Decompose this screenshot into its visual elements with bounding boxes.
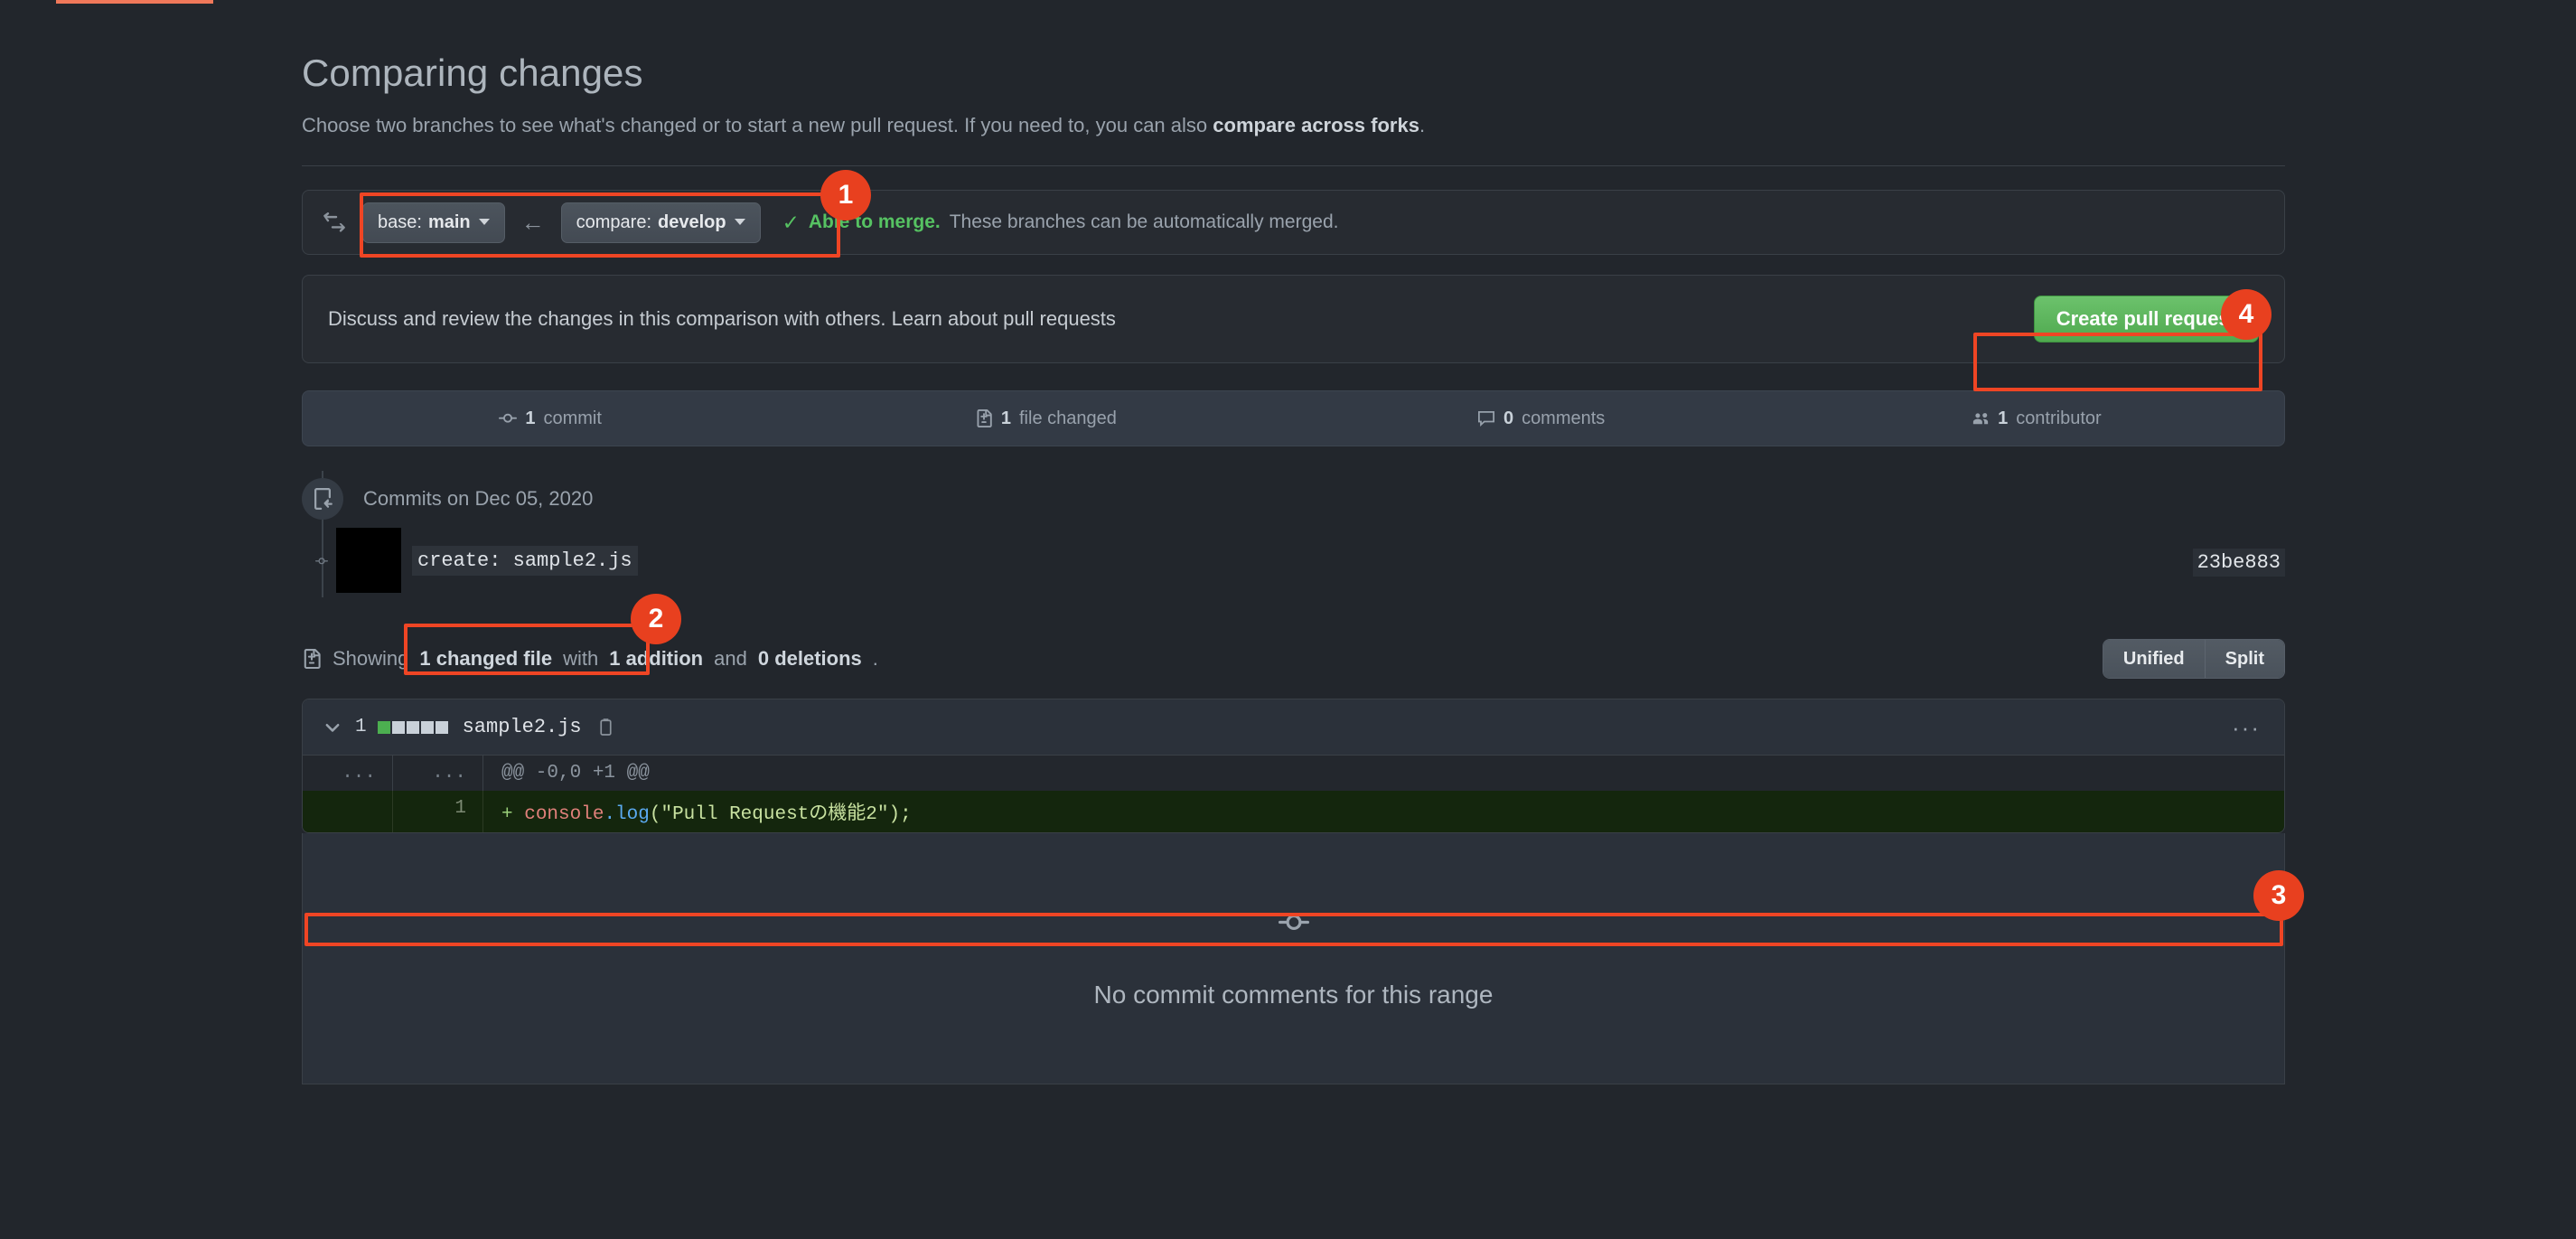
diff-stat-block-empty — [392, 721, 405, 734]
diff-hunk-header: @@ -0,0 +1 @@ — [483, 756, 2284, 791]
compare-page: Comparing changes Choose two branches to… — [302, 0, 2285, 1084]
discuss-review-text: Discuss and review the changes in this c… — [328, 307, 1116, 331]
diff-stat-block-added — [378, 721, 390, 734]
cut-off-top-bar — [56, 0, 213, 4]
stat-files-count: 1 — [1001, 408, 1011, 429]
showing-deletions: 0 deletions — [758, 647, 862, 671]
annotation-badge-2: 2 — [631, 594, 681, 644]
stat-comments-label: comments — [1522, 408, 1605, 429]
branch-selection-bar: base: main ← compare: develop ✓ Able to me… — [302, 190, 2285, 255]
code-token-dot: . — [604, 804, 615, 825]
stat-comments-count: 0 — [1503, 408, 1513, 429]
comment-icon — [1477, 409, 1495, 427]
no-commit-comments-panel: No commit comments for this range — [302, 833, 2285, 1084]
git-commit-icon — [499, 409, 517, 427]
diff-hunk-gutter-left: ... — [303, 756, 393, 791]
no-commit-comments-text: No commit comments for this range — [1094, 981, 1494, 1009]
commit-author-avatar — [336, 528, 401, 593]
chevron-down-icon — [735, 219, 745, 225]
copy-path-icon[interactable] — [596, 718, 615, 737]
compare-branch-prefix: compare: — [576, 213, 651, 231]
file-diff-icon — [975, 409, 993, 427]
commit-sha[interactable]: 23be883 — [2193, 549, 2285, 577]
diff-added-marker: + — [501, 804, 524, 825]
merge-status-strong: Able to merge. — [809, 211, 941, 233]
compare-arrows-icon — [321, 209, 348, 236]
diff-hunk-header-row: ... ... @@ -0,0 +1 @@ — [303, 756, 2284, 791]
merge-status-detail: These branches can be automatically merg… — [950, 211, 1339, 233]
commit-node-icon — [315, 555, 328, 568]
git-commit-icon — [1279, 907, 1309, 943]
file-diff-icon — [302, 649, 322, 669]
stat-contributors[interactable]: 1 contributor — [1789, 408, 2284, 429]
merge-status: ✓ Able to merge. These branches can be a… — [782, 211, 1339, 235]
diff-added-line-row: 1 + console.log("Pull Requestの機能2"); — [303, 791, 2284, 832]
file-diff-change-count: 1 — [355, 717, 367, 737]
page-subtitle-period: . — [1419, 114, 1425, 136]
discuss-review-bar: Discuss and review the changes in this c… — [302, 275, 2285, 363]
diff-stat-block-empty — [436, 721, 448, 734]
stat-files-label: file changed — [1019, 408, 1117, 429]
chevron-down-icon — [479, 219, 490, 225]
commit-message[interactable]: create: sample2.js — [412, 546, 638, 576]
diff-view-unified-button[interactable]: Unified — [2103, 640, 2205, 678]
showing-and: and — [714, 647, 747, 671]
file-diff-header: 1 sample2.js ··· — [303, 699, 2284, 756]
kebab-menu-icon[interactable]: ··· — [2232, 716, 2261, 739]
stat-comments[interactable]: 0 comments — [1294, 408, 1789, 429]
check-icon: ✓ — [782, 211, 800, 235]
file-diff-stat-bar — [378, 721, 448, 734]
base-branch-prefix: base: — [378, 213, 422, 231]
compare-branch-selector[interactable]: compare: develop — [561, 202, 761, 243]
chevron-down-icon[interactable] — [323, 718, 342, 737]
showing-changed-files: 1 changed file — [419, 647, 552, 671]
file-diff-filename[interactable]: sample2.js — [463, 716, 582, 738]
diff-hunk-gutter-right: ... — [393, 756, 483, 791]
header-divider — [302, 165, 2285, 166]
showing-mid: with — [563, 647, 598, 671]
showing-additions: 1 addition — [609, 647, 703, 671]
stat-commits-count: 1 — [525, 408, 535, 429]
diff-stat-block-empty — [407, 721, 419, 734]
code-token-argument: ("Pull Requestの機能2"); — [650, 804, 912, 825]
showing-prefix: Showing — [333, 647, 408, 671]
stat-commits[interactable]: 1 commit — [303, 408, 798, 429]
commit-row: create: sample2.js 23be883 — [302, 527, 2285, 594]
diff-added-gutter-left — [303, 791, 393, 832]
compare-across-forks-link[interactable]: compare across forks — [1213, 114, 1419, 136]
stat-contributors-label: contributor — [2016, 408, 2102, 429]
code-token-function: log — [615, 804, 650, 825]
commits-day-header: Commits on Dec 05, 2020 — [302, 478, 2285, 520]
diff-summary-row: Showing 1 changed file with 1 addition a… — [302, 639, 2285, 679]
diff-view-toggle: Unified Split — [2103, 639, 2285, 679]
file-diff-card: 1 sample2.js ··· ... ... @@ -0,0 +1 @@ 1… — [302, 699, 2285, 833]
diff-view-split-button[interactable]: Split — [2205, 640, 2284, 678]
direction-arrow-icon: ← — [521, 211, 545, 234]
page-subtitle-text: Choose two branches to see what's change… — [302, 114, 1213, 136]
base-branch-name: main — [428, 213, 471, 231]
annotation-badge-3: 3 — [2253, 870, 2304, 921]
base-branch-selector[interactable]: base: main — [362, 202, 505, 243]
annotation-badge-4: 4 — [2221, 289, 2272, 340]
page-subtitle: Choose two branches to see what's change… — [302, 111, 2285, 140]
diff-added-code: + console.log("Pull Requestの機能2"); — [483, 791, 2284, 832]
commit-push-icon — [302, 478, 343, 520]
stat-contributors-count: 1 — [1998, 408, 2008, 429]
diff-summary-text: Showing 1 changed file with 1 addition a… — [302, 647, 878, 671]
annotation-badge-1: 1 — [820, 170, 871, 221]
commits-day-label: Commits on Dec 05, 2020 — [363, 487, 593, 511]
page-title: Comparing changes — [302, 52, 2285, 95]
diff-added-gutter-right: 1 — [393, 791, 483, 832]
comparison-stats-bar: 1 commit 1 file changed 0 comments 1 con… — [302, 390, 2285, 446]
people-icon — [1972, 409, 1990, 427]
showing-suffix: . — [873, 647, 878, 671]
diff-stat-block-empty — [421, 721, 434, 734]
commits-section: Commits on Dec 05, 2020 create: sample2.… — [302, 478, 2285, 594]
stat-commits-label: commit — [543, 408, 601, 429]
compare-branch-name: develop — [658, 213, 726, 231]
code-token-object: console — [524, 804, 604, 825]
stat-files-changed[interactable]: 1 file changed — [798, 408, 1293, 429]
